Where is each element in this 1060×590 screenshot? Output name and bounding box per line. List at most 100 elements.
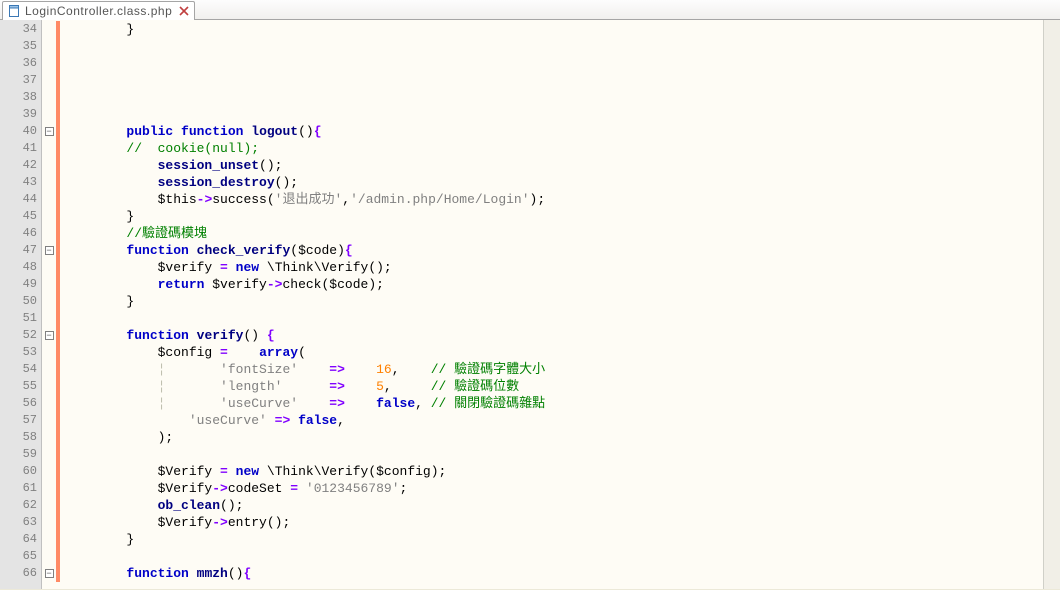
line-number: 54: [0, 361, 41, 378]
fold-cell: [42, 514, 56, 531]
code-line[interactable]: );: [60, 429, 1043, 446]
code-line[interactable]: [60, 310, 1043, 327]
fold-toggle-icon[interactable]: −: [45, 331, 54, 340]
line-number: 38: [0, 89, 41, 106]
fold-column: − − − −: [42, 20, 56, 589]
line-number: 37: [0, 72, 41, 89]
fold-toggle-icon[interactable]: −: [45, 127, 54, 136]
line-number: 52: [0, 327, 41, 344]
code-line[interactable]: function mmzh(){: [60, 565, 1043, 582]
code-line[interactable]: function check_verify($code){: [60, 242, 1043, 259]
line-number: 48: [0, 259, 41, 276]
fold-cell: [42, 344, 56, 361]
fold-cell: [42, 208, 56, 225]
code-area[interactable]: } public function logout(){ // cookie(nu…: [60, 20, 1043, 589]
tab-title: LoginController.class.php: [25, 4, 172, 18]
code-line[interactable]: $Verify = new \Think\Verify($config);: [60, 463, 1043, 480]
fold-toggle-icon[interactable]: −: [45, 569, 54, 578]
fold-cell: [42, 106, 56, 123]
fold-cell: [42, 293, 56, 310]
line-number: 44: [0, 191, 41, 208]
fold-cell: [42, 310, 56, 327]
code-line[interactable]: $verify = new \Think\Verify();: [60, 259, 1043, 276]
line-number-gutter: 3435363738394041424344454647484950515253…: [0, 20, 42, 589]
code-line[interactable]: $this->success('退出成功','/admin.php/Home/L…: [60, 191, 1043, 208]
line-number: 34: [0, 21, 41, 38]
fold-toggle-icon[interactable]: −: [45, 246, 54, 255]
code-line[interactable]: [60, 446, 1043, 463]
fold-cell: [42, 276, 56, 293]
fold-cell: [42, 412, 56, 429]
close-icon[interactable]: [178, 5, 190, 17]
code-line[interactable]: [60, 55, 1043, 72]
code-line[interactable]: ¦ 'length' => 5, // 驗證碼位數: [60, 378, 1043, 395]
line-number: 35: [0, 38, 41, 55]
line-number: 43: [0, 174, 41, 191]
code-line[interactable]: 'useCurve' => false,: [60, 412, 1043, 429]
code-line[interactable]: $Verify->entry();: [60, 514, 1043, 531]
code-line[interactable]: [60, 89, 1043, 106]
fold-cell: [42, 378, 56, 395]
code-line[interactable]: [60, 106, 1043, 123]
fold-cell: [42, 140, 56, 157]
code-line[interactable]: ob_clean();: [60, 497, 1043, 514]
fold-cell: [42, 531, 56, 548]
fold-cell: [42, 463, 56, 480]
fold-cell: [42, 72, 56, 89]
fold-cell: [42, 55, 56, 72]
file-tab[interactable]: LoginController.class.php: [2, 1, 195, 20]
line-number: 40: [0, 123, 41, 140]
code-line[interactable]: }: [60, 293, 1043, 310]
code-line[interactable]: [60, 548, 1043, 565]
line-number: 53: [0, 344, 41, 361]
file-icon: [7, 4, 21, 18]
line-number: 58: [0, 429, 41, 446]
fold-cell: [42, 89, 56, 106]
line-number: 36: [0, 55, 41, 72]
fold-cell: −: [42, 242, 56, 259]
fold-cell: [42, 21, 56, 38]
tab-bar: LoginController.class.php: [0, 0, 1060, 20]
code-line[interactable]: // cookie(null);: [60, 140, 1043, 157]
fold-cell: [42, 191, 56, 208]
line-number: 49: [0, 276, 41, 293]
code-line[interactable]: [60, 38, 1043, 55]
fold-cell: [42, 225, 56, 242]
code-editor[interactable]: 3435363738394041424344454647484950515253…: [0, 20, 1060, 589]
code-line[interactable]: $Verify->codeSet = '0123456789';: [60, 480, 1043, 497]
code-line[interactable]: function verify() {: [60, 327, 1043, 344]
vertical-scrollbar[interactable]: [1043, 20, 1060, 589]
line-number: 59: [0, 446, 41, 463]
code-line[interactable]: session_unset();: [60, 157, 1043, 174]
fold-cell: [42, 446, 56, 463]
code-line[interactable]: public function logout(){: [60, 123, 1043, 140]
fold-cell: [42, 174, 56, 191]
fold-cell: [42, 395, 56, 412]
code-line[interactable]: return $verify->check($code);: [60, 276, 1043, 293]
line-number: 55: [0, 378, 41, 395]
fold-cell: [42, 548, 56, 565]
code-line[interactable]: ¦ 'useCurve' => false, // 關閉驗證碼雜點: [60, 395, 1043, 412]
line-number: 45: [0, 208, 41, 225]
fold-cell: −: [42, 327, 56, 344]
line-number: 63: [0, 514, 41, 531]
fold-cell: [42, 480, 56, 497]
fold-cell: [42, 259, 56, 276]
code-line[interactable]: }: [60, 21, 1043, 38]
line-number: 41: [0, 140, 41, 157]
code-line[interactable]: [60, 72, 1043, 89]
code-line[interactable]: $config = array(: [60, 344, 1043, 361]
line-number: 46: [0, 225, 41, 242]
code-line[interactable]: }: [60, 208, 1043, 225]
line-number: 62: [0, 497, 41, 514]
code-line[interactable]: //驗證碼模塊: [60, 225, 1043, 242]
line-number: 57: [0, 412, 41, 429]
fold-cell: [42, 429, 56, 446]
line-number: 47: [0, 242, 41, 259]
code-line[interactable]: session_destroy();: [60, 174, 1043, 191]
code-line[interactable]: }: [60, 531, 1043, 548]
fold-cell: [42, 361, 56, 378]
line-number: 50: [0, 293, 41, 310]
code-line[interactable]: ¦ 'fontSize' => 16, // 驗證碼字體大小: [60, 361, 1043, 378]
line-number: 64: [0, 531, 41, 548]
